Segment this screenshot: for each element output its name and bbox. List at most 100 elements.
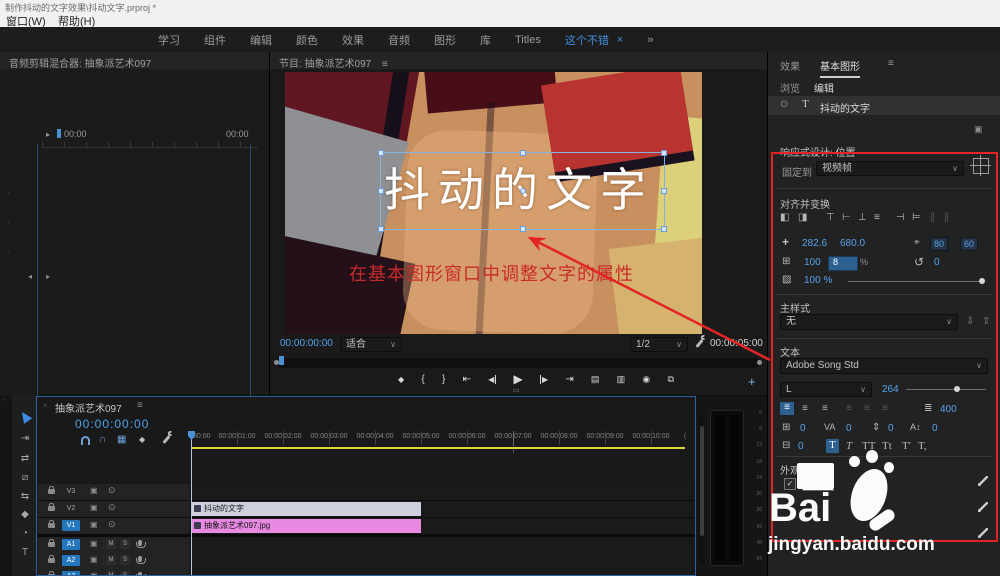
- voiceover-mic-icon[interactable]: [138, 556, 142, 562]
- workspace-tab-libraries[interactable]: 库: [480, 32, 491, 48]
- linked-selection-icon[interactable]: ∩: [99, 434, 106, 445]
- selection-handle[interactable]: [661, 226, 667, 232]
- slip-tool[interactable]: ⇆: [18, 491, 32, 502]
- track-name-a3[interactable]: A3: [62, 571, 80, 576]
- mixer-play-icon[interactable]: ▸: [46, 130, 50, 139]
- track-name-v3[interactable]: V3: [62, 486, 80, 497]
- panel-menu-icon[interactable]: ≡: [888, 58, 894, 69]
- razor-tool[interactable]: ⧄: [18, 472, 32, 483]
- sync-lock-icon[interactable]: ▣: [90, 555, 98, 564]
- tab-essential-graphics[interactable]: 基本图形: [820, 58, 860, 78]
- solo-button[interactable]: S: [120, 571, 130, 576]
- lock-icon[interactable]: [48, 558, 55, 563]
- solo-button[interactable]: S: [120, 555, 130, 565]
- selection-handle[interactable]: [520, 150, 526, 156]
- zoom-level-select[interactable]: 1/2∨: [630, 337, 688, 352]
- mixer-playhead-chip[interactable]: [57, 129, 61, 138]
- go-to-in-button[interactable]: ⇤: [463, 374, 471, 385]
- workspace-tab-edit[interactable]: 编辑: [250, 32, 272, 48]
- pan-right-icon[interactable]: ▸: [46, 272, 50, 281]
- step-forward-button[interactable]: ▶: [540, 375, 548, 384]
- hand-tool[interactable]: ◔: [18, 528, 32, 539]
- playback-timecode[interactable]: 00:00:00:00: [280, 338, 333, 349]
- timeline-tab-close-icon[interactable]: ×: [43, 401, 48, 410]
- layer-row[interactable]: ⊙ T 抖动的文字: [768, 96, 1000, 115]
- clip-image-layer[interactable]: 抽象派艺术097.jpg: [191, 519, 421, 533]
- timeline-timecode[interactable]: 00:00:00:00: [75, 417, 149, 431]
- scrubber-right-knob[interactable]: [757, 360, 762, 365]
- ripple-edit-tool[interactable]: ⇄: [18, 453, 32, 464]
- sync-lock-icon[interactable]: ▣: [90, 486, 98, 495]
- solo-button[interactable]: S: [120, 539, 130, 549]
- workspace-tab-titles[interactable]: Titles: [515, 34, 541, 46]
- track-visibility-icon[interactable]: ⊙: [108, 519, 116, 530]
- add-marker-icon[interactable]: ◆: [139, 435, 145, 444]
- selection-handle[interactable]: [661, 150, 667, 156]
- new-layer-icon[interactable]: ▣: [974, 124, 983, 135]
- workspace-tab-assembly[interactable]: 组件: [204, 32, 226, 48]
- track-name-v2[interactable]: V2: [62, 503, 80, 514]
- selection-handle[interactable]: [378, 188, 384, 194]
- play-button[interactable]: ▶: [513, 372, 522, 386]
- workspace-tab-color[interactable]: 颜色: [296, 32, 318, 48]
- workspace-tab-active[interactable]: 这个不错: [565, 32, 609, 48]
- selection-handle[interactable]: [378, 226, 384, 232]
- step-back-button[interactable]: ◀: [488, 375, 496, 384]
- snap-icon[interactable]: [81, 436, 90, 445]
- pen-tool[interactable]: ◆: [18, 509, 32, 520]
- type-tool[interactable]: T: [18, 547, 32, 558]
- track-name-v1[interactable]: V1: [62, 520, 80, 531]
- mute-button[interactable]: M: [106, 539, 116, 549]
- voiceover-mic-icon[interactable]: [138, 572, 142, 576]
- scrubber-playhead[interactable]: [279, 356, 284, 365]
- drag-av-icon[interactable]: ▭: [513, 386, 520, 394]
- sync-lock-icon[interactable]: ▣: [90, 520, 98, 529]
- add-marker-button[interactable]: ◆: [398, 375, 404, 384]
- workspace-tab-learn[interactable]: 学习: [158, 32, 180, 48]
- lock-icon[interactable]: [48, 489, 55, 494]
- workspace-tab-effects[interactable]: 效果: [342, 32, 364, 48]
- timeline-wrench-icon[interactable]: [162, 435, 170, 444]
- export-frame-button[interactable]: ◉: [642, 374, 650, 385]
- track-visibility-icon[interactable]: ⊙: [108, 502, 116, 513]
- timeline-settings-icon[interactable]: ▦: [117, 434, 126, 445]
- settings-wrench-icon[interactable]: [695, 339, 703, 348]
- selection-center-handle[interactable]: [520, 188, 526, 194]
- tab-effects[interactable]: 效果: [780, 58, 800, 73]
- pan-left-icon[interactable]: ◂: [28, 272, 32, 281]
- mixer-title[interactable]: 音频剪辑混合器: 抽象派艺术097: [9, 59, 151, 70]
- lock-icon[interactable]: [48, 542, 55, 547]
- scrubber-left-knob[interactable]: [274, 360, 279, 365]
- timeline-tab[interactable]: 抽象派艺术097: [55, 400, 122, 415]
- lift-button[interactable]: ▤: [591, 374, 600, 385]
- tab-overflow-icon[interactable]: »: [647, 34, 653, 46]
- sync-lock-icon[interactable]: ▣: [90, 539, 98, 548]
- work-area-bar[interactable]: [191, 447, 685, 449]
- track-lane-a2[interactable]: [189, 553, 694, 570]
- monitor-scrubber[interactable]: [276, 358, 760, 368]
- selection-handle[interactable]: [661, 188, 667, 194]
- sync-lock-icon[interactable]: ▣: [90, 571, 98, 576]
- selection-handle[interactable]: [378, 150, 384, 156]
- track-select-tool[interactable]: ⇥: [18, 433, 32, 444]
- lock-icon[interactable]: [48, 523, 55, 528]
- workspace-tab-graphics[interactable]: 图形: [434, 32, 456, 48]
- comparison-view-button[interactable]: ⧉: [667, 374, 673, 385]
- subtab-browse[interactable]: 浏览: [780, 80, 800, 95]
- selection-handle[interactable]: [520, 226, 526, 232]
- extract-button[interactable]: ▥: [617, 374, 626, 385]
- track-name-a2[interactable]: A2: [62, 555, 80, 566]
- tab-close-icon[interactable]: ×: [617, 34, 623, 46]
- panel-menu-icon[interactable]: ≡: [382, 59, 388, 70]
- add-button[interactable]: +: [748, 374, 756, 389]
- mark-out-button[interactable]: }: [442, 374, 445, 385]
- track-visibility-icon[interactable]: ⊙: [108, 485, 116, 496]
- mixer-ruler[interactable]: [42, 142, 258, 148]
- selection-tool[interactable]: [18, 409, 33, 424]
- track-lane-a3[interactable]: [189, 569, 694, 576]
- voiceover-mic-icon[interactable]: [138, 540, 142, 546]
- text-selection-box[interactable]: [380, 152, 665, 230]
- playhead-line[interactable]: [191, 431, 192, 575]
- track-name-a1[interactable]: A1: [62, 539, 80, 550]
- clip-text-layer[interactable]: 抖动的文字: [191, 502, 421, 516]
